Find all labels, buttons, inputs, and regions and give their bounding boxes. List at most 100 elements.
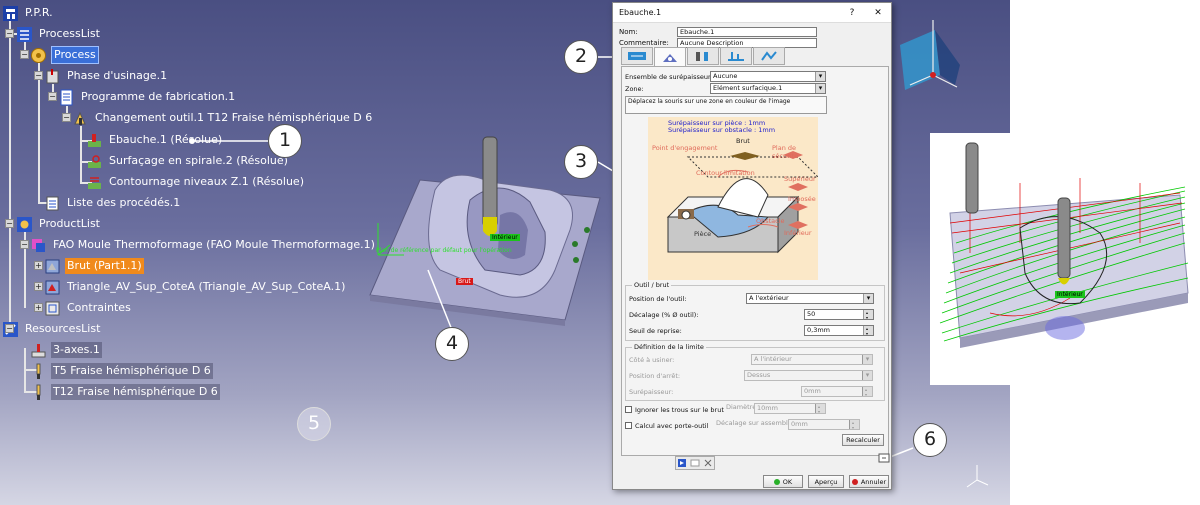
tree-expand-icon[interactable]: + [34,261,43,270]
ensemble-select[interactable]: Aucune [710,71,826,82]
tree-node-fao[interactable]: FAO Moule Thermoformage (FAO Moule Therm… [30,236,377,254]
zone-select[interactable]: Elément surfacique.1 [710,83,826,94]
tree-collapse-icon[interactable]: − [5,324,14,333]
tree-node-programme[interactable]: Programme de fabrication.1 [58,88,237,106]
tree-collapse-icon[interactable]: − [48,92,57,101]
position-select[interactable]: A l'extérieur [746,293,874,304]
help-button[interactable]: ? [839,8,865,18]
hint-box: Déplacez la souris sur une zone en coule… [625,96,827,114]
tree-label-phase: Phase d'usinage.1 [67,69,168,82]
surep-label: Surépaisseur: [629,388,674,396]
tree-label-triangle: Triangle_AV_Sup_CoteA (Triangle_AV_Sup_C… [67,280,346,293]
arret-select[interactable]: Dessus [744,370,873,381]
diagram-plan-securite: Plan de sécurité [772,144,799,160]
dialog-title: Ebauche.1 [619,8,662,17]
replay-toolbar [675,456,715,470]
tree-node-process-list[interactable]: ProcessList [16,25,102,43]
tree-node-phase[interactable]: Phase d'usinage.1 [44,67,169,85]
close-button[interactable]: ✕ [865,8,891,18]
tree-collapse-icon[interactable]: − [5,29,14,38]
tree-node-contraintes[interactable]: Contraintes [44,299,133,317]
calcul-porte-outil-checkbox[interactable] [625,422,632,429]
tree-node-product-list[interactable]: ProductList [16,215,102,233]
seuil-stepper[interactable]: 0,3mm [804,325,874,336]
tree-node-proc-list[interactable]: Liste des procédés.1 [44,194,182,212]
tool-icon [36,384,41,400]
tree-node-process[interactable]: Process [30,46,99,64]
tree-expand-icon[interactable]: + [34,303,43,312]
tree-node-triangle[interactable]: Triangle_AV_Sup_CoteA (Triangle_AV_Sup_C… [44,278,347,296]
name-label: Nom: [619,28,638,36]
tree-node-tool-change[interactable]: Changement outil.1 T12 Fraise hémisphéri… [72,109,374,127]
callout-2: 2 [564,40,598,74]
tab-feeds[interactable] [720,47,752,65]
tree-collapse-icon[interactable]: − [20,240,29,249]
resize-grip-icon[interactable] [878,452,892,464]
tree-node-contournage[interactable]: Contournage niveaux Z.1 (Résolue) [86,173,306,191]
tree-node-brut[interactable]: Brut (Part1.1) [44,257,144,275]
tag-brut[interactable]: Brut [456,278,473,285]
axis-triad-icon [966,465,989,488]
diametre-stepper[interactable]: 10mm [754,403,826,414]
outil-brut-title: Outil / brut [632,281,672,289]
strategy-tabs [621,47,786,67]
product-assembly-icon [32,238,45,252]
tree-node-tool-t12[interactable]: T12 Fraise hémisphérique D 6 [30,383,220,401]
ignorer-trous-checkbox[interactable] [625,406,632,413]
cancel-small-icon[interactable] [703,458,713,468]
dialog-titlebar[interactable]: Ebauche.1 ? ✕ [613,3,891,23]
z-level-contour-icon [88,176,101,189]
arret-label: Position d'arrêt: [629,372,681,380]
tree-collapse-icon[interactable]: − [20,50,29,59]
diagram-obstacle: Obstacle [756,217,785,225]
callout-6: 6 [913,423,947,457]
tree-node-surfacage[interactable]: Surfaçage en spirale.2 (Résolue) [86,152,290,170]
diagram-contour-limitation: Contour limitation [696,169,755,177]
cote-select[interactable]: A l'intérieur [751,354,873,365]
tool-change-icon [74,111,86,125]
diagram-superieur: Supérieur [784,175,816,183]
reference-axis-icon [377,223,404,256]
ebauche-dialog: Ebauche.1 ? ✕ Nom: Ebauche.1 Commentaire… [612,2,892,490]
ok-button[interactable]: OK [763,475,803,488]
zone-label: Zone: [625,85,644,93]
decalage-label: Décalage (% Ø outil): [629,311,699,319]
tree-expand-icon[interactable]: + [34,282,43,291]
tree-node-resources-list[interactable]: ResourcesList [2,320,102,338]
recalculer-button[interactable]: Recalculer [842,434,884,446]
geometry-diagram[interactable]: Surépaisseur sur pièce : 1mm Surépaisseu… [648,117,820,280]
tree-label-tool-t5: T5 Fraise hémisphérique D 6 [51,363,213,379]
tab-geometry[interactable] [654,47,686,67]
tree-collapse-icon[interactable]: − [62,113,71,122]
tree-node-ebauche[interactable]: Ebauche.1 (Résolue) [86,131,224,149]
tool-path-replay-icon[interactable] [677,458,687,468]
tree-node-machine[interactable]: 3-axes.1 [30,341,102,359]
apercu-button[interactable]: Aperçu [808,475,844,488]
name-field[interactable]: Ebauche.1 [677,27,817,37]
spiral-facing-icon [88,154,101,168]
preview-icon[interactable] [690,458,700,468]
tree-node-tool-t5[interactable]: T5 Fraise hémisphérique D 6 [30,362,213,380]
diagram-imposee: Imposée [788,195,816,203]
tree-branch [38,63,40,203]
tree-node-root[interactable]: P.P.R. [2,4,55,22]
compass-icon[interactable] [895,15,975,105]
tab-macros[interactable] [753,47,785,65]
limite-title: Définition de la limite [632,343,706,351]
tree-collapse-icon[interactable]: − [5,219,14,228]
decalage-stepper[interactable]: 50 [804,309,874,320]
machine-icon [31,343,46,357]
annuler-button[interactable]: Annuler [849,475,889,488]
tag-interieur[interactable]: Intérieur [490,234,520,241]
tab-tool[interactable] [687,47,719,65]
decal-assemb-stepper[interactable]: 0mm [788,419,860,430]
tree-label-programme: Programme de fabrication.1 [81,90,236,103]
outil-brut-group: Outil / brut Position de l'outil: A l'ex… [625,281,885,341]
tree-label-process-list: ProcessList [39,27,100,40]
diagram-brut: Brut [736,137,750,145]
ignorer-trous-label: Ignorer les trous sur le brut [635,406,724,414]
tree-label-contournage: Contournage niveaux Z.1 (Résolue) [109,175,304,188]
surep-stepper[interactable]: 0mm [801,386,873,397]
tab-strategy[interactable] [621,47,653,65]
tree-collapse-icon[interactable]: − [34,71,43,80]
